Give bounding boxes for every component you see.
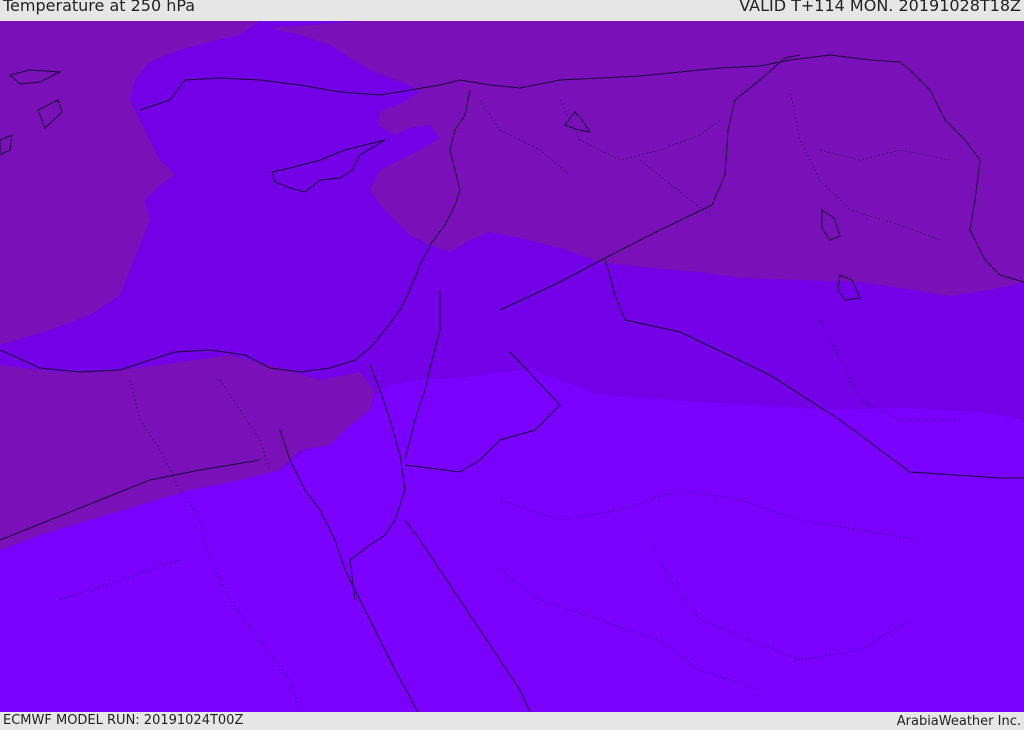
model-run-label: ECMWF MODEL RUN: 20191024T00Z: [3, 713, 244, 728]
map-canvas: [0, 21, 1024, 712]
brand-label: ArabiaWeather Inc.: [896, 714, 1021, 729]
valid-time: VALID T+114 MON. 20191028T18Z: [739, 0, 1021, 15]
footer-bar: ECMWF MODEL RUN: 20191024T00Z ArabiaWeat…: [0, 712, 1024, 729]
map-title: Temperature at 250 hPa: [3, 0, 196, 15]
temperature-map[interactable]: [0, 21, 1024, 712]
header-bar: Temperature at 250 hPa VALID T+114 MON. …: [0, 0, 1024, 21]
